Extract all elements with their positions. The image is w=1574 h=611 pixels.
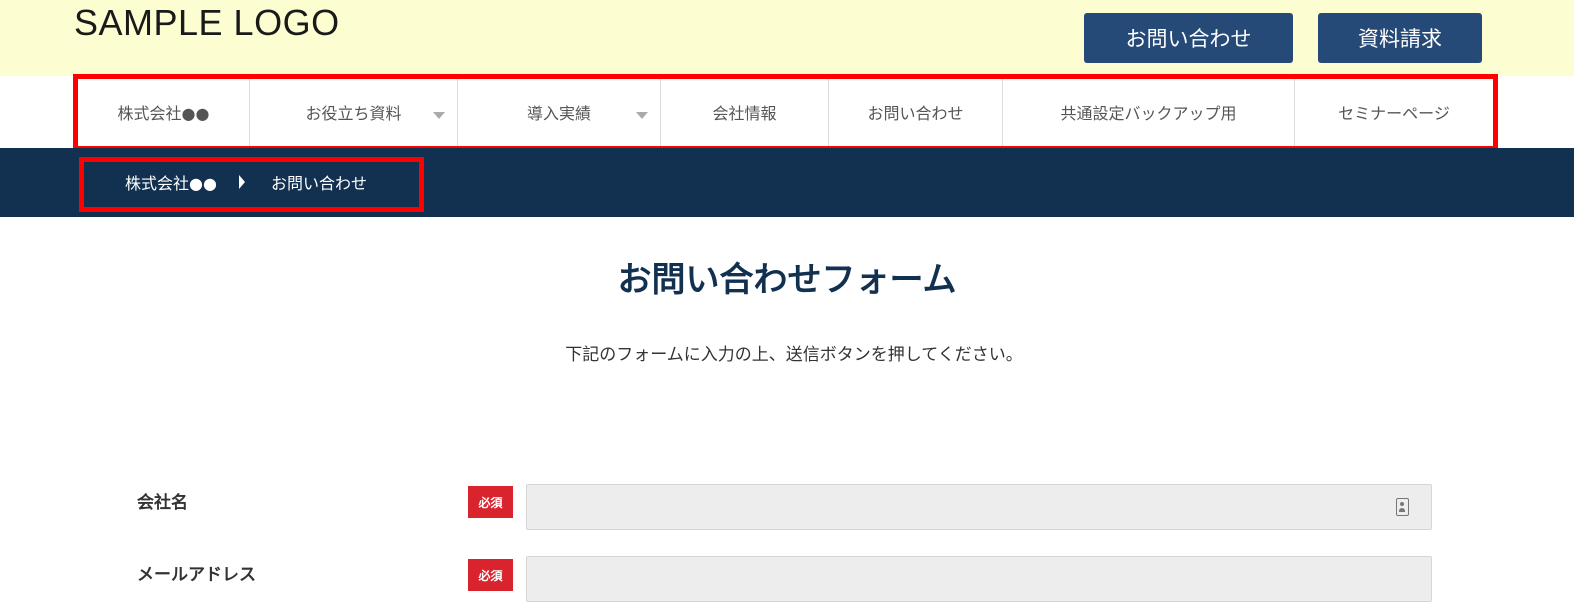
nav-item-label: お役立ち資料 xyxy=(305,104,402,123)
nav-item-case-studies[interactable]: 導入実績 xyxy=(458,76,661,148)
required-badge: 必須 xyxy=(468,486,513,518)
nav-item-label: 共通設定バックアップ用 xyxy=(1060,104,1237,123)
nav-item-resources[interactable]: お役立ち資料 xyxy=(250,76,458,148)
nav-item-label: 株式会社●● xyxy=(117,104,210,123)
nav-item-label: お問い合わせ xyxy=(867,104,964,123)
chevron-right-icon xyxy=(238,175,245,189)
global-nav-list: 株式会社●● お役立ち資料 導入実績 会社情報 お問い合わせ 共通設定バックアッ… xyxy=(78,76,1493,148)
company-name-input[interactable] xyxy=(526,484,1432,530)
form-instructions: 下記のフォームに入力の上、送信ボタンを押してください。 xyxy=(565,345,1023,365)
global-nav: 株式会社●● お役立ち資料 導入実績 会社情報 お問い合わせ 共通設定バックアッ… xyxy=(0,76,1574,148)
nav-item-label: 会社情報 xyxy=(712,104,777,123)
chevron-down-icon xyxy=(636,112,648,119)
header-documents-button[interactable]: 資料請求 xyxy=(1318,13,1482,63)
header-contact-button[interactable]: お問い合わせ xyxy=(1084,13,1293,63)
nav-item-contact[interactable]: お問い合わせ xyxy=(829,76,1003,148)
nav-item-company[interactable]: 株式会社●● xyxy=(78,76,250,148)
field-label-email: メールアドレス xyxy=(137,565,256,585)
email-input[interactable] xyxy=(526,556,1432,602)
site-logo[interactable]: SAMPLE LOGO xyxy=(74,2,340,44)
nav-item-backup[interactable]: 共通設定バックアップ用 xyxy=(1003,76,1295,148)
contact-card-icon[interactable] xyxy=(1396,498,1409,516)
field-label-company: 会社名 xyxy=(137,493,188,513)
breadcrumb-current: お問い合わせ xyxy=(270,174,367,193)
nav-item-seminar[interactable]: セミナーページ xyxy=(1295,76,1493,148)
breadcrumb: 株式会社●● お問い合わせ xyxy=(125,171,367,193)
page-title: お問い合わせフォーム xyxy=(617,260,957,300)
nav-item-label: セミナーページ xyxy=(1338,104,1450,123)
breadcrumb-home-link[interactable]: 株式会社●● xyxy=(125,170,217,194)
chevron-down-icon xyxy=(433,112,445,119)
nav-item-label: 導入実績 xyxy=(526,104,591,123)
site-header: SAMPLE LOGO お問い合わせ 資料請求 xyxy=(0,0,1574,76)
required-badge: 必須 xyxy=(468,559,513,591)
nav-item-company-info[interactable]: 会社情報 xyxy=(661,76,829,148)
